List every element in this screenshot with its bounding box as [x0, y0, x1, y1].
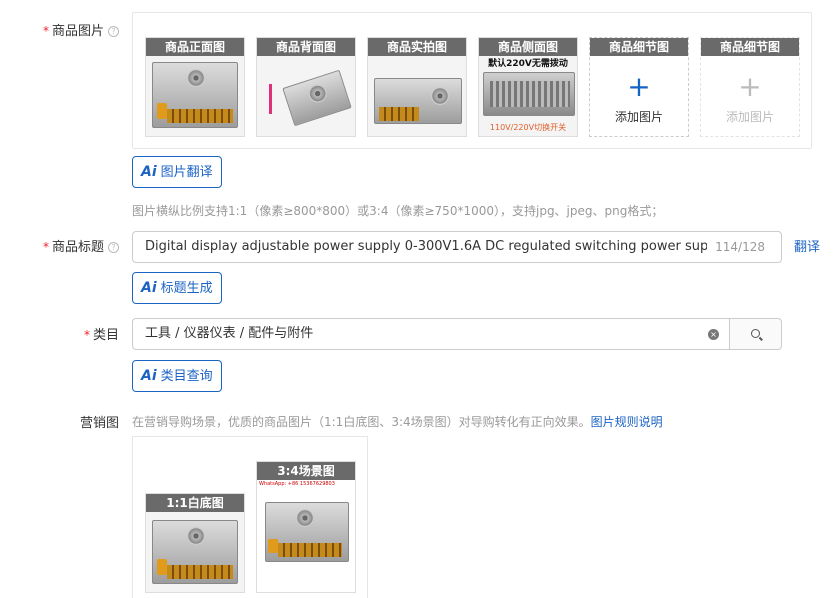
arrow-graphic: [269, 84, 272, 114]
power-supply-image: [374, 78, 462, 124]
help-icon[interactable]: ?: [108, 26, 119, 37]
product-image-back[interactable]: 商品背面图: [256, 37, 356, 137]
thumb-title: 商品背面图: [257, 38, 355, 56]
side-caption: 默认220V无需拨动: [488, 59, 568, 69]
ai-icon: Ai: [141, 164, 157, 180]
product-images-panel: 商品正面图 商品背面图 商品实拍图 商品侧面图 默认220V无需拨动 110V/…: [132, 12, 812, 149]
watermark-text: WhatsApp: +86 15367629803: [259, 481, 335, 487]
mkt-title: 3:4场景图: [257, 462, 355, 480]
search-icon: [751, 329, 760, 338]
spec-text-graphic: [261, 60, 291, 90]
add-detail-image-button-disabled: 商品细节图 + 添加图片: [700, 37, 800, 137]
power-supply-image: [152, 520, 238, 584]
category-search-button[interactable]: [729, 318, 782, 350]
help-icon[interactable]: ?: [108, 242, 119, 253]
required-mark: *: [42, 24, 49, 38]
category-label: * 类目: [83, 328, 119, 343]
translate-link[interactable]: 翻译: [794, 236, 820, 255]
category-select[interactable]: 工具 / 仪器仪表 / 配件与附件 ×: [132, 318, 729, 350]
image-translate-button[interactable]: Ai 图片翻译: [132, 156, 222, 188]
marketing-image-scene[interactable]: 3:4场景图 WhatsApp: +86 15367629803: [256, 461, 356, 593]
required-mark: *: [83, 328, 90, 342]
product-title-input[interactable]: Digital display adjustable power supply …: [132, 231, 782, 263]
marketing-image-white-bg[interactable]: 1:1白底图: [145, 493, 245, 593]
title-generate-button[interactable]: Ai 标题生成: [132, 272, 222, 304]
product-image-front[interactable]: 商品正面图: [145, 37, 245, 137]
add-image-label: 添加图片: [614, 110, 663, 124]
product-image-side[interactable]: 商品侧面图 默认220V无需拨动 110V/220V切换开关: [478, 37, 578, 137]
add-image-label: 添加图片: [725, 110, 774, 124]
thumb-title: 商品侧面图: [479, 38, 577, 56]
clear-icon[interactable]: ×: [708, 329, 719, 340]
marketing-hint: 在营销导购场景，优质的商品图片（1:1白底图、3:4场景图）对导购转化有正向效果…: [132, 415, 663, 429]
ai-icon: Ai: [141, 280, 157, 296]
title-label: * 商品标题?: [43, 236, 119, 255]
image-format-hint: 图片横纵比例支持1:1（像素≥800*800）或3:4（像素≥750*1000）…: [132, 204, 664, 218]
plus-icon: +: [738, 70, 762, 103]
marketing-label: 营销图: [79, 416, 119, 431]
thumb-title: 商品正面图: [146, 38, 244, 56]
category-value: 工具 / 仪器仪表 / 配件与附件: [145, 326, 314, 341]
images-label: * 商品图片?: [43, 20, 119, 39]
product-title-value: Digital display adjustable power supply …: [145, 239, 707, 254]
ai-icon: Ai: [141, 368, 157, 384]
char-counter: 114/128: [711, 232, 765, 262]
thumb-title: 商品细节图: [590, 38, 688, 56]
power-supply-image: [282, 69, 352, 127]
side-bottom-caption: 110V/220V切换开关: [489, 123, 567, 132]
power-supply-image: [483, 72, 575, 116]
mkt-title: 1:1白底图: [146, 494, 244, 512]
image-rules-link[interactable]: 图片规则说明: [591, 415, 663, 429]
category-query-button[interactable]: Ai 类目查询: [132, 360, 222, 392]
thumb-title: 商品实拍图: [368, 38, 466, 56]
power-supply-image: [152, 62, 238, 128]
power-supply-image: [265, 502, 349, 562]
product-image-real[interactable]: 商品实拍图: [367, 37, 467, 137]
add-detail-image-button[interactable]: 商品细节图 + 添加图片: [589, 37, 689, 137]
required-mark: *: [42, 240, 49, 254]
marketing-images-panel: 1:1白底图 3:4场景图 WhatsApp: +86 15367629803: [132, 436, 368, 598]
thumb-title: 商品细节图: [701, 38, 799, 56]
plus-icon: +: [627, 70, 651, 103]
